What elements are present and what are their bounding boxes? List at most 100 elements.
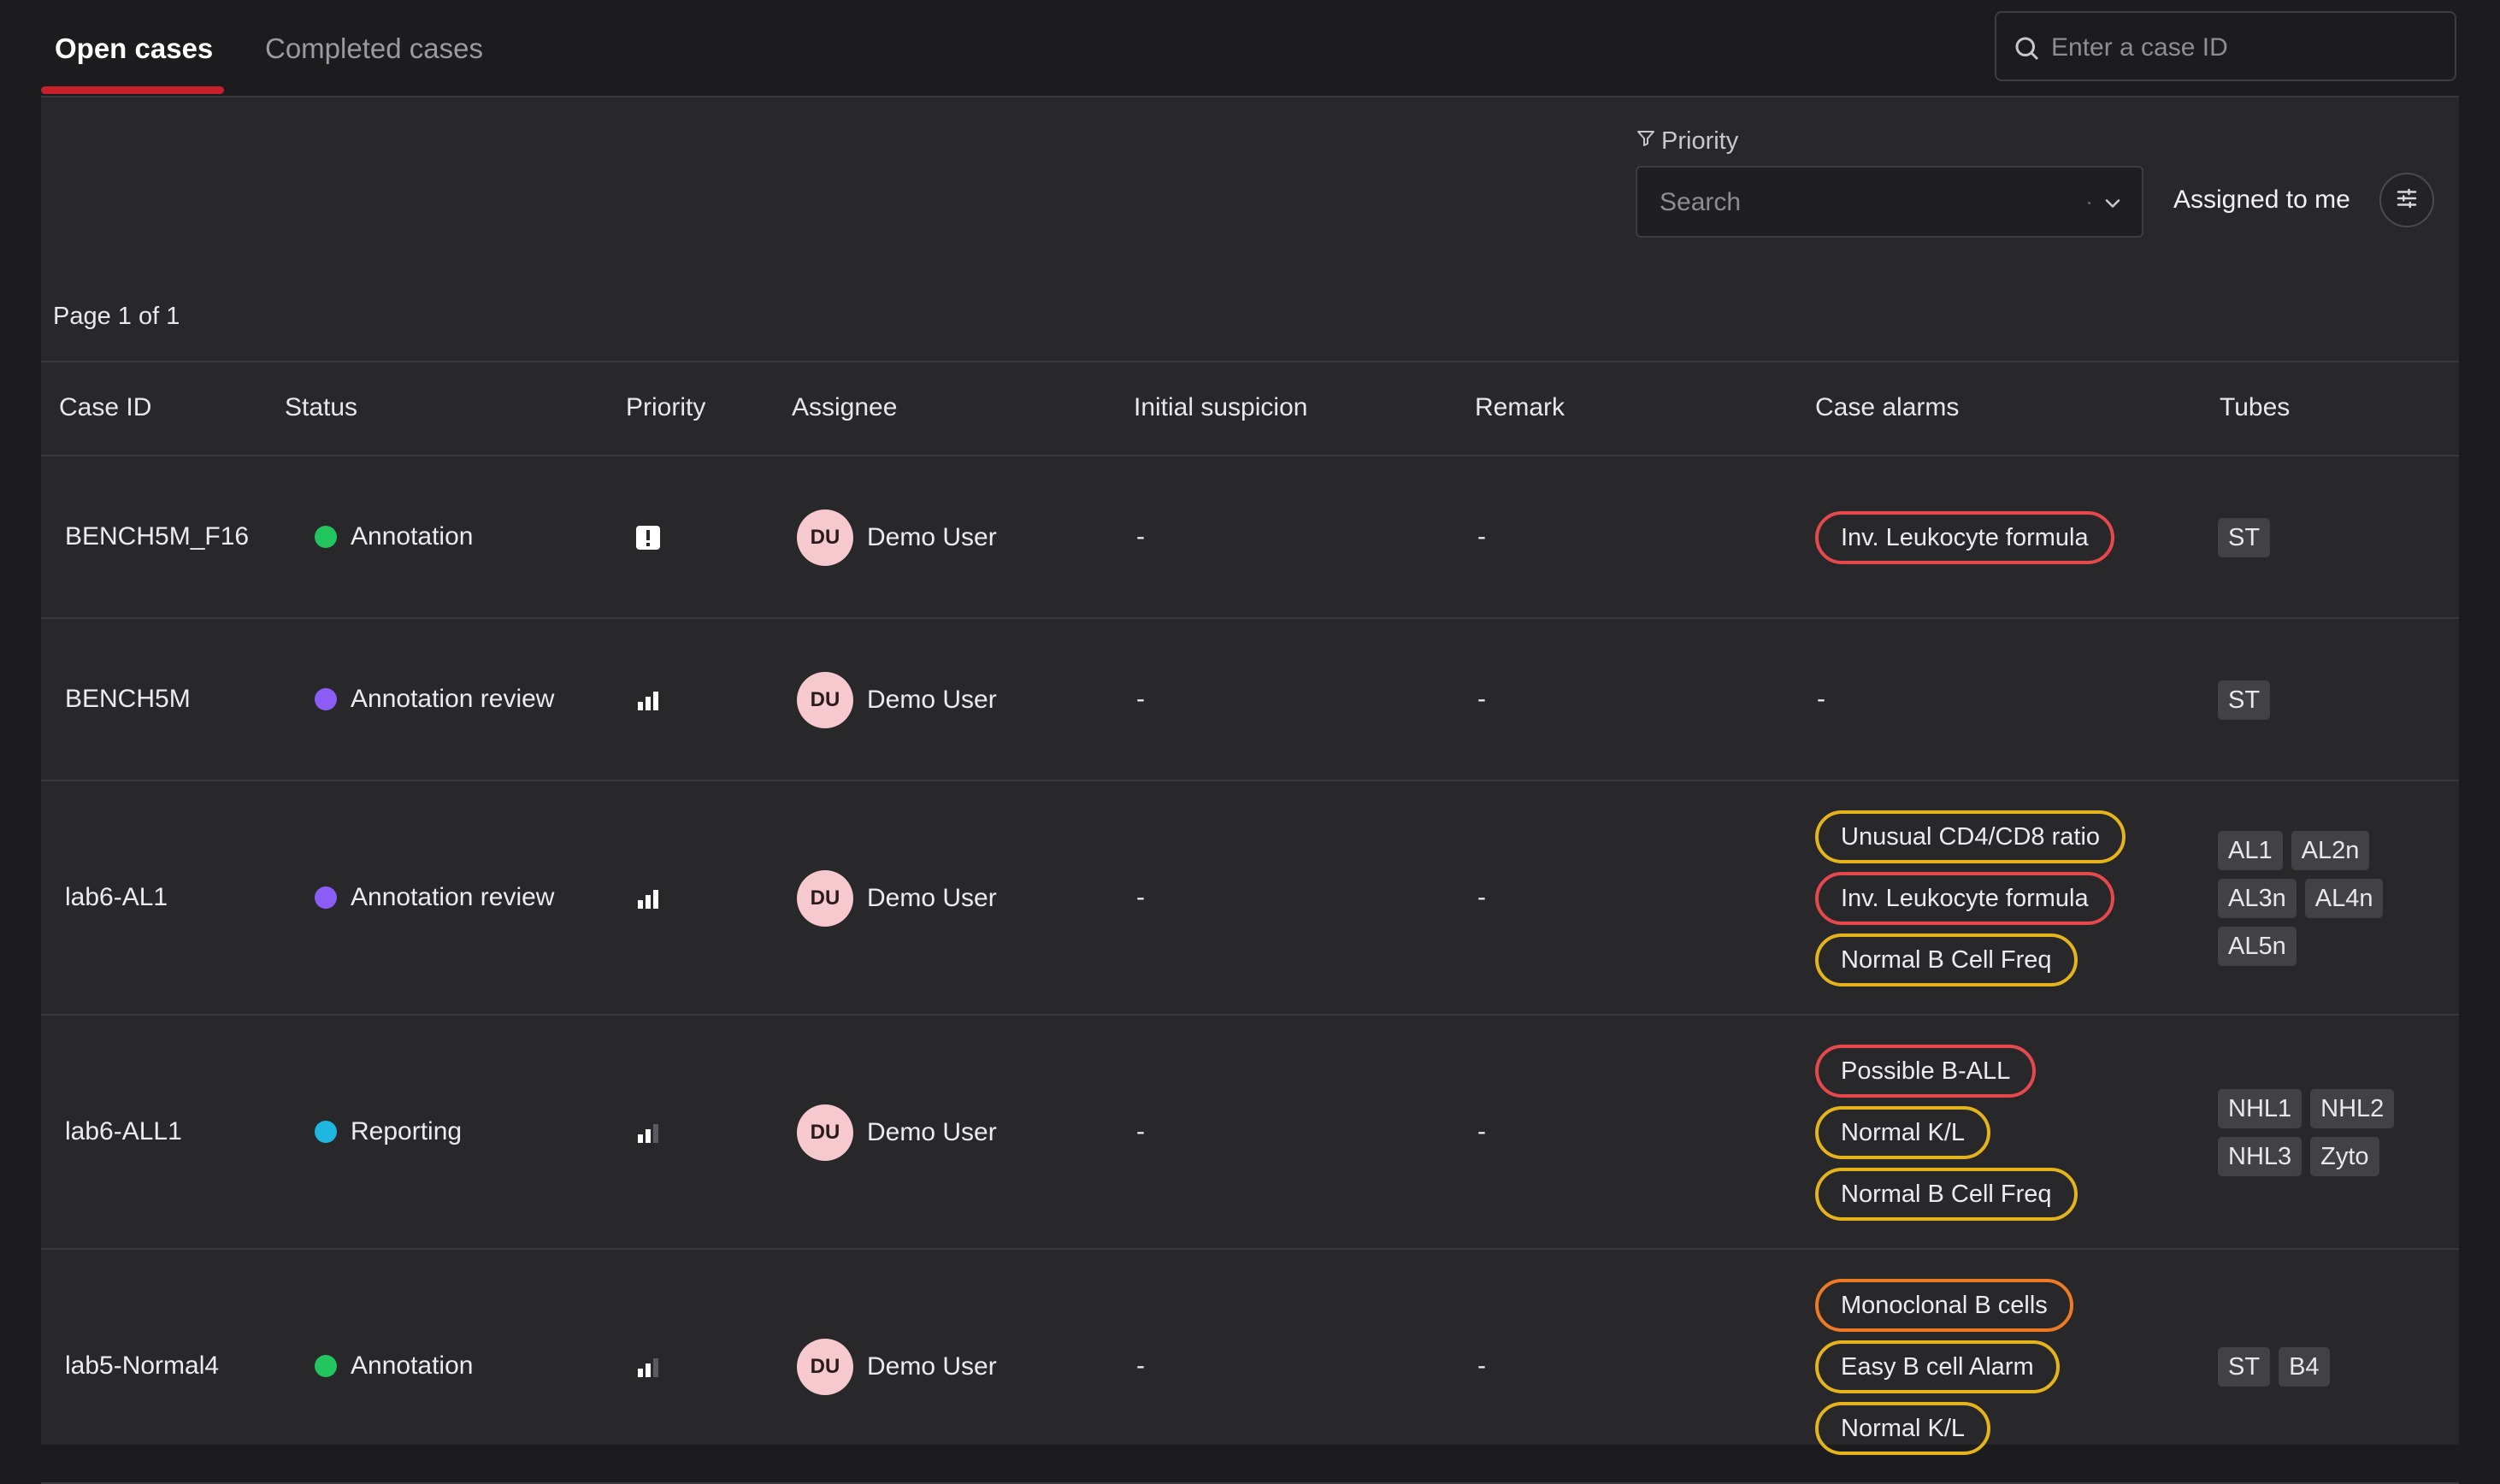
- tube-tag[interactable]: ST: [2218, 680, 2271, 720]
- tube-tag[interactable]: B4: [2279, 1347, 2330, 1387]
- status-label: Annotation review: [351, 883, 555, 911]
- assignee-cell: DU Demo User: [797, 1339, 997, 1395]
- tube-tag[interactable]: NHL3: [2218, 1137, 2302, 1176]
- avatar: DU: [797, 672, 853, 728]
- case-alarm-badge[interactable]: Normal B Cell Freq: [1815, 1168, 2078, 1221]
- tube-tag[interactable]: ST: [2218, 518, 2271, 557]
- assignee-name: Demo User: [867, 1352, 997, 1381]
- case-alarm-badge[interactable]: Normal K/L: [1815, 1402, 1991, 1455]
- case-id-cell[interactable]: lab6-ALL1: [65, 1117, 182, 1146]
- remark-cell: -: [1477, 1117, 1486, 1145]
- case-search-box[interactable]: [1995, 11, 2456, 81]
- status-dot-icon: [315, 688, 337, 710]
- filter-icon: [1636, 127, 1656, 156]
- active-tab-indicator: [41, 86, 224, 94]
- case-id-cell[interactable]: BENCH5M: [65, 685, 191, 714]
- column-header-remark[interactable]: Remark: [1475, 393, 1565, 422]
- avatar: DU: [797, 1339, 853, 1395]
- status-cell: Annotation review: [315, 883, 554, 912]
- sliders-icon: [2394, 186, 2420, 215]
- tab-completed-cases[interactable]: Completed cases: [265, 32, 483, 65]
- tube-tag[interactable]: AL2n: [2291, 831, 2370, 870]
- priority-filter-placeholder: Search: [1660, 188, 1742, 216]
- column-header-status[interactable]: Status: [285, 393, 357, 422]
- column-header-tubes[interactable]: Tubes: [2220, 393, 2290, 422]
- tube-tag[interactable]: ST: [2218, 1347, 2271, 1387]
- tubes-cell: ST B4: [2218, 1347, 2389, 1387]
- cases-table: Case ID Status Priority Assignee Initial…: [41, 361, 2459, 1484]
- case-alarms-cell: Possible B-ALL Normal K/L Normal B Cell Fr…: [1815, 1045, 2078, 1221]
- tubes-cell: NHL1 NHL2 NHL3 Zyto: [2218, 1089, 2406, 1176]
- status-dot-icon: [315, 1121, 337, 1143]
- assignee-cell: DU Demo User: [797, 672, 997, 728]
- initial-suspicion-cell: -: [1136, 1352, 1145, 1380]
- case-alarm-badge[interactable]: Normal B Cell Freq: [1815, 933, 2078, 986]
- pagination-info: Page 1 of 1: [53, 303, 180, 330]
- case-id-cell[interactable]: BENCH5M_F16: [65, 522, 249, 551]
- column-header-initial-suspicion[interactable]: Initial suspicion: [1134, 393, 1307, 422]
- case-alarms-cell: Unusual CD4/CD8 ratio Inv. Leukocyte form…: [1815, 810, 2126, 986]
- search-icon: [2012, 33, 2043, 64]
- initial-suspicion-cell: -: [1136, 1117, 1145, 1145]
- column-header-assignee[interactable]: Assignee: [792, 393, 897, 422]
- priority-medium-bars-icon: [634, 1353, 662, 1381]
- column-header-case-alarms[interactable]: Case alarms: [1815, 393, 1959, 422]
- case-alarm-badge[interactable]: Inv. Leukocyte formula: [1815, 872, 2114, 925]
- tube-tag[interactable]: AL3n: [2218, 879, 2297, 918]
- assignee-cell: DU Demo User: [797, 1104, 997, 1161]
- priority-filter-label: Priority: [1636, 127, 1738, 156]
- column-settings-button[interactable]: [2379, 173, 2434, 227]
- status-label: Annotation: [351, 522, 474, 551]
- chevron-down-icon[interactable]: [2101, 191, 2125, 215]
- remark-cell: -: [1477, 522, 1486, 551]
- column-header-case-id[interactable]: Case ID: [59, 393, 151, 422]
- tab-open-cases[interactable]: Open cases: [55, 32, 213, 65]
- assignee-cell: DU Demo User: [797, 870, 997, 927]
- case-alarm-badge[interactable]: Inv. Leukocyte formula: [1815, 511, 2114, 564]
- case-alarms-cell: Monoclonal B cells Easy B cell Alarm Norma…: [1815, 1279, 2073, 1455]
- table-row[interactable]: lab5-Normal4 Annotation DU Demo User - - M…: [41, 1250, 2459, 1484]
- assigned-to-me-toggle[interactable]: Assigned to me: [2173, 186, 2350, 215]
- priority-high-bars-icon: [634, 885, 662, 912]
- remark-cell: -: [1477, 883, 1486, 911]
- case-alarm-badge[interactable]: Monoclonal B cells: [1815, 1279, 2073, 1332]
- urgent-exclamation-icon: [634, 524, 662, 551]
- assignee-name: Demo User: [867, 523, 997, 551]
- table-row[interactable]: BENCH5M_F16 Annotation DU Demo User - - In…: [41, 456, 2459, 619]
- case-alarms-cell: -: [1817, 685, 1825, 713]
- tube-tag[interactable]: AL4n: [2304, 879, 2384, 918]
- status-label: Annotation: [351, 1352, 474, 1380]
- status-cell: Annotation: [315, 1352, 473, 1381]
- case-alarm-badge[interactable]: Normal K/L: [1815, 1106, 1991, 1159]
- case-id-cell[interactable]: lab6-AL1: [65, 883, 168, 912]
- tube-tag[interactable]: AL1: [2218, 831, 2283, 870]
- case-id-search-input[interactable]: [2049, 21, 2438, 74]
- tube-tag[interactable]: NHL2: [2310, 1089, 2395, 1128]
- case-id-cell[interactable]: lab5-Normal4: [65, 1352, 219, 1381]
- priority-filter-select[interactable]: Search: [1636, 166, 2143, 238]
- remark-cell: -: [1477, 685, 1486, 713]
- select-separator: [2088, 202, 2090, 204]
- status-dot-icon: [315, 1355, 337, 1377]
- initial-suspicion-cell: -: [1136, 522, 1145, 551]
- tube-tag[interactable]: AL5n: [2218, 927, 2297, 966]
- column-header-priority[interactable]: Priority: [626, 393, 705, 422]
- initial-suspicion-cell: -: [1136, 685, 1145, 713]
- tubes-cell: AL1 AL2n AL3n AL4n AL5n: [2218, 831, 2406, 966]
- status-cell: Reporting: [315, 1117, 462, 1146]
- table-row[interactable]: lab6-ALL1 Reporting DU Demo User - - Possi…: [41, 1016, 2459, 1250]
- tube-tag[interactable]: NHL1: [2218, 1089, 2302, 1128]
- case-alarm-badge[interactable]: Possible B-ALL: [1815, 1045, 2037, 1098]
- tube-tag[interactable]: Zyto: [2310, 1137, 2379, 1176]
- case-alarm-badge[interactable]: Easy B cell Alarm: [1815, 1340, 2060, 1393]
- table-row[interactable]: BENCH5M Annotation review DU Demo User -…: [41, 619, 2459, 781]
- table-header: Case ID Status Priority Assignee Initial…: [41, 361, 2459, 456]
- case-alarm-badge[interactable]: Unusual CD4/CD8 ratio: [1815, 810, 2126, 863]
- initial-suspicion-cell: -: [1136, 883, 1145, 911]
- tubes-cell: ST: [2218, 518, 2389, 557]
- table-row[interactable]: lab6-AL1 Annotation review DU Demo User …: [41, 781, 2459, 1016]
- assignee-name: Demo User: [867, 1118, 997, 1146]
- cases-panel: Priority Search Assigned to me Page 1 of…: [41, 96, 2459, 1484]
- avatar: DU: [797, 1104, 853, 1161]
- avatar: DU: [797, 509, 853, 566]
